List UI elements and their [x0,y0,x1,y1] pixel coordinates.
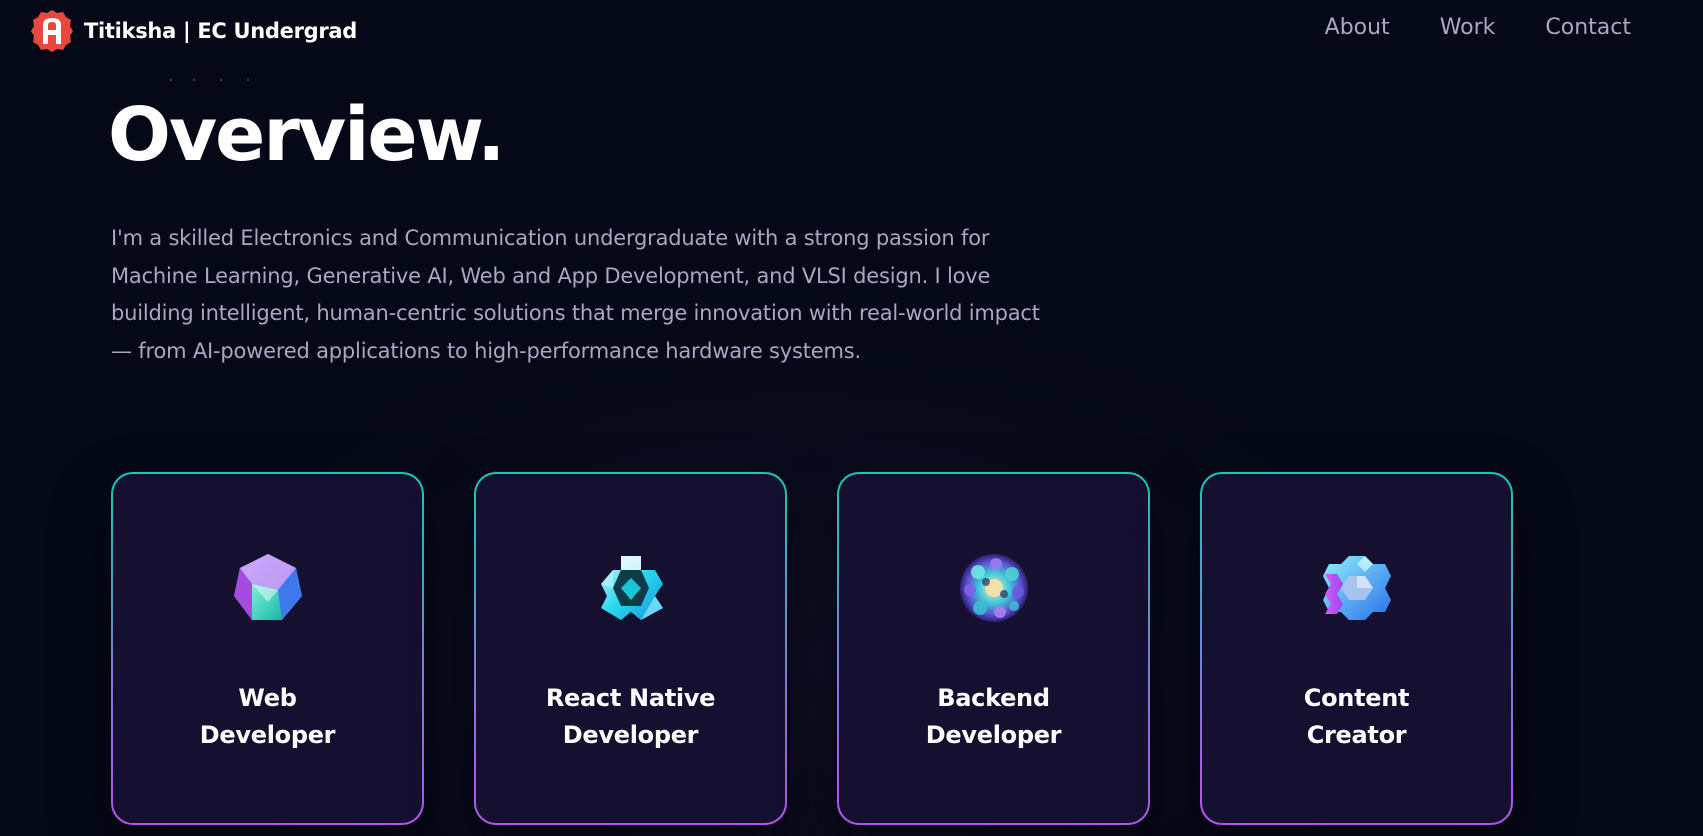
backend-developer-icon [959,554,1028,622]
service-card-backend-developer[interactable]: Backend Developer [837,472,1150,825]
web-developer-icon [233,554,302,620]
card-body: Content Creator [1202,474,1511,823]
nav-contact-link[interactable]: Contact [1545,15,1631,40]
service-card-web-developer[interactable]: Web Developer [111,472,424,825]
logo-home-link[interactable]: Titiksha | EC Undergrad [30,9,357,53]
card-body: React Native Developer [476,474,785,823]
faded-subtitle-dots [169,78,250,82]
card-body: Backend Developer [839,474,1148,823]
navbar: Titiksha | EC Undergrad About Work Conta… [0,0,1703,62]
service-card-title: React Native Developer [545,684,716,749]
brand-title: Titiksha | EC Undergrad [84,19,357,43]
service-card-title: Content Creator [1303,684,1410,749]
page-title: Overview. [108,92,505,178]
brand-tagline: | EC Undergrad [175,19,358,43]
content-creator-icon [1322,556,1391,620]
service-card-title: Web Developer [199,684,336,749]
brand-name: Titiksha [84,19,176,43]
react-native-developer-icon [600,556,663,620]
service-card-react-native-developer[interactable]: React Native Developer [474,472,787,825]
overview-paragraph: I'm a skilled Electronics and Communicat… [111,226,1040,363]
nav-about-link[interactable]: About [1325,15,1390,40]
logo-icon [31,10,73,52]
service-cards: Web Developer React Native Developer Bac… [111,472,1513,825]
service-card-content-creator[interactable]: Content Creator [1200,472,1513,825]
nav-links: About Work Contact [1325,15,1631,40]
card-body: Web Developer [113,474,422,823]
nav-work-link[interactable]: Work [1440,15,1496,40]
service-card-title: Backend Developer [925,684,1062,749]
